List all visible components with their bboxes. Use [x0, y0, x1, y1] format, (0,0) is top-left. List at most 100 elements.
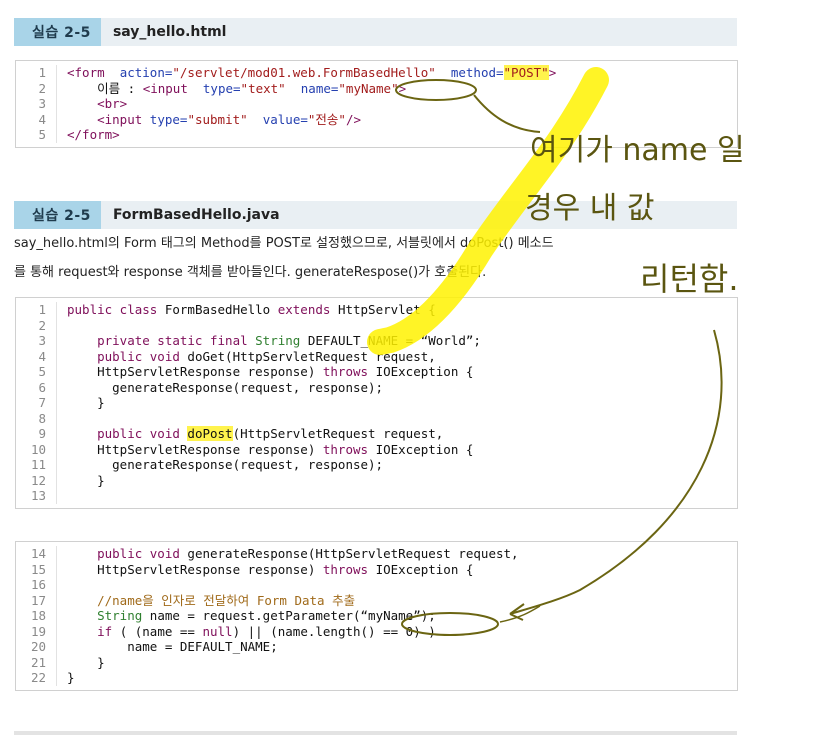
code-token: HttpServlet {	[337, 302, 436, 317]
line-number: 16	[16, 577, 57, 593]
line-number: 17	[16, 592, 57, 608]
code-text: <input type="submit" value="전송"/>	[67, 112, 361, 128]
code-token: HttpServletResponse response)	[67, 561, 323, 577]
code-token: public void	[67, 546, 188, 561]
code-line: 11 generateResponse(request, response);	[16, 457, 737, 473]
code-token: <form	[67, 65, 120, 80]
code-token: //name을 인자로 전달하여 Form Data 추출	[67, 592, 356, 608]
code-line: 5 HttpServletResponse response) throws I…	[16, 364, 737, 380]
code-line: 16	[16, 577, 737, 593]
line-number: 5	[16, 364, 57, 380]
code-token: private static final	[67, 333, 256, 348]
code-token: method=	[450, 65, 504, 80]
code-token: extends	[277, 302, 338, 317]
java-code-block-continued: 14 public void generateResponse(HttpServ…	[15, 541, 738, 691]
line-number: 5	[16, 127, 57, 143]
code-line: 21 }	[16, 654, 737, 671]
code-line: 22}	[16, 670, 737, 686]
line-number: 3	[16, 96, 57, 112]
code-text: //name을 인자로 전달하여 Form Data 추출	[67, 593, 355, 609]
line-number: 10	[16, 441, 57, 457]
line-number: 12	[16, 472, 57, 488]
code-line: 2 이름 : <input type="text" name="myName">	[16, 80, 737, 97]
code-line: 3 <br>	[16, 96, 737, 112]
code-line: 3 private static final String DEFAULT_NA…	[16, 333, 737, 349]
code-text: public class FormBasedHello extends Http…	[67, 302, 436, 318]
code-token: }	[67, 670, 75, 685]
line-number: 11	[16, 457, 57, 473]
line-number: 6	[16, 379, 57, 395]
code-text: private static final String DEFAULT_NAME…	[67, 333, 481, 349]
code-token: }	[67, 654, 105, 670]
code-text: HttpServletResponse response) throws IOE…	[67, 562, 473, 578]
code-line: 12 }	[16, 472, 737, 488]
code-token: DEFAULT_NAME = “World”;	[307, 333, 481, 348]
code-token: name = DEFAULT_NAME;	[67, 639, 278, 654]
line-number: 7	[16, 395, 57, 411]
code-token: name=	[300, 80, 339, 96]
description-line: 를 통해 request와 response 객체를 받아들인다. genera…	[14, 265, 487, 280]
code-token: throws	[322, 441, 376, 457]
code-token: IOException {	[375, 364, 474, 379]
code-text: name = DEFAULT_NAME;	[67, 639, 278, 655]
bottom-divider	[14, 731, 737, 735]
code-line: 7 }	[16, 395, 737, 411]
code-token: >	[398, 80, 407, 96]
code-line: 2	[16, 317, 737, 333]
code-token: generateResponse(request, response);	[67, 457, 384, 472]
code-text: }	[67, 670, 75, 686]
code-text: 이름 : <input type="text" name="myName">	[67, 81, 406, 97]
line-number: 2	[16, 80, 57, 96]
code-text: }	[67, 655, 105, 671]
code-token: "/servlet/mod01.web.FormBasedHello"	[172, 65, 436, 80]
code-token: String	[67, 608, 150, 623]
line-number: 2	[16, 317, 57, 333]
code-line: 9 public void doPost(HttpServletRequest …	[16, 426, 737, 442]
code-token: (HttpServletRequest request,	[232, 426, 444, 441]
line-number: 19	[16, 623, 57, 639]
code-text: public void doPost(HttpServletRequest re…	[67, 426, 443, 442]
line-number: 1	[16, 302, 57, 318]
code-line: 20 name = DEFAULT_NAME;	[16, 639, 737, 655]
section-tag: 실습 2-5	[14, 201, 101, 229]
description-line: say_hello.html의 Form 태그의 Method를 POST로 설…	[14, 236, 554, 251]
line-number: 9	[16, 426, 57, 442]
code-token: generateResponse(request, response);	[67, 379, 384, 395]
code-token: IOException {	[375, 561, 474, 577]
code-token: </form>	[67, 127, 120, 142]
code-token: doGet(HttpServletRequest request,	[187, 348, 436, 364]
code-token: public void	[67, 348, 188, 364]
section-filename: FormBasedHello.java	[112, 207, 280, 223]
line-number: 21	[16, 654, 57, 670]
section-header-html: 실습 2-5 say_hello.html	[14, 18, 737, 46]
code-token: HttpServletResponse response)	[67, 441, 323, 457]
code-line: 1 <form action="/servlet/mod01.web.FormBa…	[16, 65, 737, 81]
line-number: 13	[16, 488, 57, 504]
line-number: 4	[16, 111, 57, 127]
code-token: HttpServletResponse response)	[67, 364, 323, 379]
section-filename: say_hello.html	[112, 24, 227, 40]
code-token: 이름 :	[67, 80, 143, 96]
code-token: >	[548, 65, 557, 80]
code-token: "전송"	[307, 111, 346, 127]
section-tag: 실습 2-5	[14, 18, 101, 46]
code-text: HttpServletResponse response) throws IOE…	[67, 364, 473, 380]
code-token: String	[255, 333, 308, 348]
description: say_hello.html의 Form 태그의 Method를 POST로 설…	[14, 229, 739, 287]
code-token: if	[67, 623, 120, 639]
code-token: null	[202, 623, 233, 639]
code-token: type=	[149, 111, 188, 127]
code-token: public class	[67, 302, 165, 317]
code-token: generateResponse(HttpServletRequest requ…	[187, 546, 519, 561]
code-text: public void doGet(HttpServletRequest req…	[67, 349, 436, 365]
code-text: <form action="/servlet/mod01.web.FormBas…	[67, 65, 556, 81]
line-number: 1	[16, 65, 57, 81]
java-code-block: 1 public class FormBasedHello extends Htt…	[15, 297, 738, 509]
code-token: <input	[97, 111, 150, 127]
code-token: "myName"	[338, 80, 399, 96]
code-line: 17 //name을 인자로 전달하여 Form Data 추출	[16, 592, 737, 609]
